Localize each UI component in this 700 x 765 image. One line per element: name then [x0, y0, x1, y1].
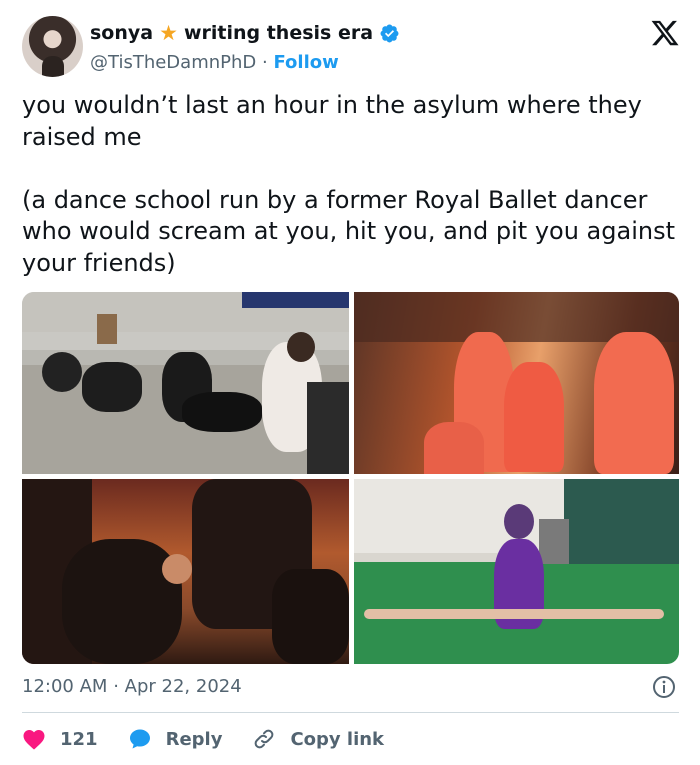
tweet-date[interactable]: Apr 22, 2024 [125, 676, 242, 697]
photo-dancer-splits[interactable] [354, 479, 679, 664]
x-logo-icon[interactable] [650, 18, 680, 48]
author-name[interactable]: sonya [90, 22, 153, 44]
heart-icon [23, 730, 45, 750]
action-bar: 121 Reply Copy link [22, 724, 414, 754]
follow-button[interactable]: Follow [273, 52, 338, 73]
author-handle-row: @TisTheDamnPhD · Follow [90, 52, 339, 73]
handle-separator: · [262, 52, 268, 73]
reply-bubble-icon [129, 729, 150, 749]
photo-dancers-red-dresses[interactable] [354, 292, 679, 474]
tweet-timestamp[interactable]: 12:00 AM · Apr 22, 2024 [22, 676, 242, 697]
reply-label: Reply [165, 728, 223, 750]
info-icon[interactable] [652, 675, 676, 699]
star-icon: ★ [159, 20, 178, 45]
divider [22, 712, 679, 713]
photo-dancers-stretching[interactable] [22, 292, 349, 474]
photo-dancers-sequins[interactable] [22, 479, 349, 664]
reply-button[interactable]: Reply [128, 727, 223, 751]
author-name-suffix[interactable]: writing thesis era [184, 22, 373, 44]
tweet-header: sonya ★ writing thesis era @TisTheDamnPh… [22, 16, 682, 78]
media-grid [22, 292, 679, 664]
author-name-row[interactable]: sonya ★ writing thesis era [90, 22, 400, 44]
timestamp-separator: · [113, 676, 119, 697]
copy-link-button[interactable]: Copy link [252, 727, 384, 751]
likes-count: 121 [60, 728, 98, 750]
author-handle[interactable]: @TisTheDamnPhD [90, 52, 256, 73]
avatar[interactable] [22, 16, 83, 77]
like-button[interactable]: 121 [22, 728, 98, 750]
tweet-time[interactable]: 12:00 AM [22, 676, 107, 697]
link-icon [255, 729, 274, 749]
tweet-text: you wouldn’t last an hour in the asylum … [22, 91, 675, 277]
verified-badge-icon [380, 24, 399, 42]
copy-link-label: Copy link [290, 728, 385, 750]
